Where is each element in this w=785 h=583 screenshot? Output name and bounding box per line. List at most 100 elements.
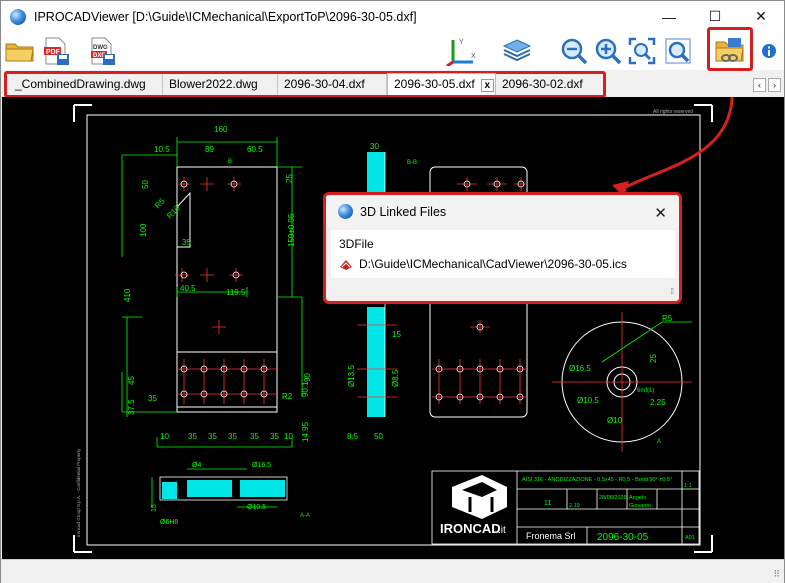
zoom-in-icon[interactable] bbox=[591, 35, 625, 67]
side-dim-15: 15 bbox=[392, 330, 401, 339]
export-pdf-icon[interactable]: PDF bbox=[39, 35, 73, 67]
dim-bottom-3: 35 bbox=[228, 432, 237, 441]
dim-right-25: 25 bbox=[285, 174, 294, 183]
section-bb-label: B-B bbox=[407, 160, 417, 166]
dim-left-100: 100 bbox=[139, 223, 148, 237]
section-dim-16-5: Ø16.5 bbox=[252, 462, 271, 469]
ironcad-logo: IRONCAD .it bbox=[440, 475, 507, 536]
side-dim-8-5: Ø8.5 bbox=[391, 369, 400, 387]
tb-qty: 11 bbox=[544, 500, 551, 507]
dialog-title-bar[interactable]: 3D Linked Files bbox=[326, 195, 679, 228]
section-dim-15: 15 bbox=[151, 504, 158, 512]
tb-scale: 1:1 bbox=[684, 483, 692, 489]
logo-company: IRONCAD bbox=[440, 521, 501, 536]
side-dim-8-5b: 8.5 bbox=[347, 432, 359, 441]
tab-label: _CombinedDrawing.dwg bbox=[15, 77, 146, 91]
dim-bottom-1: 35 bbox=[188, 432, 197, 441]
detail-label-a: A bbox=[657, 439, 661, 445]
dim-bottom-4: 35 bbox=[250, 432, 259, 441]
tab-label: 2096-30-04.dxf bbox=[284, 77, 365, 91]
detail-r5: R5 bbox=[662, 314, 673, 323]
dim-bottom-5: 35 bbox=[270, 432, 279, 441]
linked-files-list: 3DFile D:\Guide\ICMechanical\CadViewer\2… bbox=[331, 230, 675, 278]
tb-sheet: A01 bbox=[685, 535, 695, 541]
dim-left-r5: R5 bbox=[153, 196, 167, 210]
app-logo-icon bbox=[10, 8, 26, 25]
dim-bottom-6: 10 bbox=[284, 432, 293, 441]
dim-top-right: 60.5 bbox=[247, 145, 263, 154]
linked-files-highlight bbox=[707, 27, 753, 71]
zoom-out-icon[interactable] bbox=[557, 35, 591, 67]
section-dim-4: Ø4 bbox=[192, 462, 201, 469]
tab-label: Blower2022.dwg bbox=[169, 77, 258, 91]
section-aa-label: A-A bbox=[300, 513, 310, 519]
info-icon[interactable] bbox=[757, 35, 781, 67]
status-bar: ⠿ bbox=[1, 559, 784, 583]
dialog-title: 3D Linked Files bbox=[360, 204, 447, 219]
dim-right-r2: R2 bbox=[282, 392, 293, 401]
resize-grip-icon[interactable]: ⠿ bbox=[773, 569, 780, 580]
tab-blower[interactable]: Blower2022.dwg bbox=[163, 74, 278, 95]
side-dim-13-5: Ø13.5 bbox=[347, 365, 356, 387]
detail-2-25: 2.25 bbox=[650, 398, 666, 407]
app-window: IPROCADViewer [D:\Guide\ICMechanical\Exp… bbox=[0, 0, 785, 583]
detail-25: 25 bbox=[649, 354, 658, 363]
dim-top-overall: 160 bbox=[214, 125, 228, 134]
detail-thread: 6mf(1) bbox=[637, 388, 654, 394]
tab-2096-30-05[interactable]: 2096-30-05.dxf x bbox=[387, 73, 496, 95]
export-dwg-dxf-icon[interactable]: DWG DXF bbox=[85, 35, 119, 67]
coordinate-axes-icon[interactable]: YX bbox=[444, 35, 478, 67]
svg-text:Y: Y bbox=[459, 39, 464, 46]
detail-16-5: Ø16.5 bbox=[569, 364, 591, 373]
tab-2096-30-02[interactable]: 2096-30-02.dxf bbox=[496, 74, 600, 95]
side-dim-30: 30 bbox=[370, 142, 379, 151]
linked-file-row[interactable]: D:\Guide\ICMechanical\CadViewer\2096-30-… bbox=[339, 257, 627, 271]
zoom-window-icon[interactable] bbox=[661, 35, 695, 67]
dim-top-mid: 89 bbox=[205, 145, 214, 154]
tab-scroll-right-button[interactable]: › bbox=[768, 78, 781, 92]
side-dim-50: 50 bbox=[374, 432, 383, 441]
dialog-close-button[interactable]: ✕ bbox=[654, 204, 667, 222]
logo-suffix: .it bbox=[498, 525, 506, 536]
tab-scroll-left-button[interactable]: ‹ bbox=[753, 78, 766, 92]
minimize-button[interactable]: — bbox=[646, 1, 692, 32]
linked-file-path: D:\Guide\ICMechanical\CadViewer\2096-30-… bbox=[359, 257, 627, 271]
layers-icon[interactable] bbox=[500, 35, 534, 67]
tb-material: AISI 316 - ANODIZZAZIONE - 0.5x45 - R0.5… bbox=[522, 477, 672, 483]
svg-text:DWG: DWG bbox=[93, 45, 108, 51]
cad-drawing: All rights reserved Ironcad Group S.p.A.… bbox=[73, 97, 734, 553]
drawing-canvas[interactable]: All rights reserved Ironcad Group S.p.A.… bbox=[2, 97, 784, 559]
open-folder-icon[interactable] bbox=[3, 35, 37, 67]
dialog-resize-grip-icon[interactable]: ⁞⁞ bbox=[671, 287, 675, 296]
dim-top-left: 10.5 bbox=[154, 145, 170, 154]
title-bar: IPROCADViewer [D:\Guide\ICMechanical\Exp… bbox=[1, 1, 784, 32]
ironcad-file-icon bbox=[340, 259, 352, 270]
svg-text:X: X bbox=[471, 53, 476, 60]
tab-combined-drawing[interactable]: _CombinedDrawing.dwg bbox=[9, 74, 163, 95]
dim-left-40-5: 40.5 bbox=[180, 284, 196, 293]
dim-right-14-95: 14.95 bbox=[301, 421, 310, 442]
tab-label: 2096-30-05.dxf bbox=[394, 77, 475, 91]
tb-date: 28/08/2026 bbox=[599, 495, 627, 501]
section-dim-10-5: Ø10.5 bbox=[247, 504, 266, 511]
detail-10-5: Ø10.5 bbox=[577, 396, 599, 405]
dim-left-410: 410 bbox=[123, 288, 132, 302]
dim-left-45: 45 bbox=[127, 376, 136, 385]
dim-left-35b: 35 bbox=[148, 394, 157, 403]
dim-right-90-1: 90.1 bbox=[301, 381, 310, 397]
detail-10: Ø10 bbox=[607, 416, 623, 425]
tb-checker: Giovanni bbox=[629, 503, 651, 509]
tab-label: 2096-30-02.dxf bbox=[502, 77, 583, 91]
section-dim-6h8: Ø6H8 bbox=[160, 519, 178, 526]
dim-right-150: 150±0.05 bbox=[287, 213, 296, 247]
dim-left-37-5: 37.5 bbox=[127, 399, 136, 415]
tab-2096-30-04[interactable]: 2096-30-04.dxf bbox=[278, 74, 387, 95]
dim-left-50: 50 bbox=[141, 180, 150, 189]
tb-designer: Angelo bbox=[629, 495, 646, 501]
zoom-extents-icon[interactable] bbox=[625, 35, 659, 67]
dim-left-35: 35 bbox=[182, 238, 191, 247]
dim-left-10: 10 bbox=[160, 432, 169, 441]
linked-files-dialog: 3D Linked Files ✕ 3DFile D:\Guide\ICMech… bbox=[323, 192, 682, 304]
tab-close-button[interactable]: x bbox=[480, 79, 494, 92]
tb-drawing-no: 2096-30-05 bbox=[597, 532, 649, 543]
